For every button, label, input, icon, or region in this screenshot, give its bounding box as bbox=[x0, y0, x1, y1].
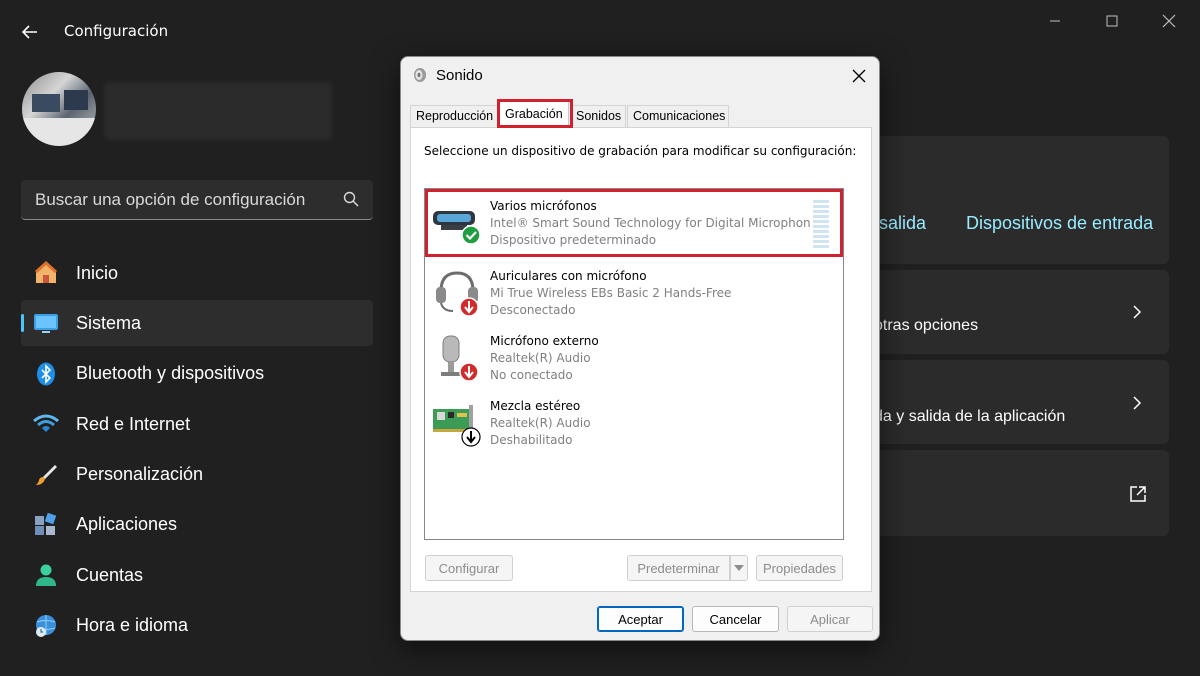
sidebar-item-red[interactable]: Red e Internet bbox=[21, 401, 373, 447]
device-name: Micrófono externo bbox=[490, 334, 599, 348]
brush-icon bbox=[36, 464, 57, 485]
dialog-close-button[interactable] bbox=[849, 66, 869, 86]
level-meter bbox=[812, 199, 830, 249]
apply-button[interactable]: Aplicar bbox=[787, 606, 873, 632]
list-item-varios-microfonos[interactable]: Varios micrófonos Intel® Smart Sound Tec… bbox=[425, 189, 843, 253]
wifi-icon bbox=[33, 414, 59, 433]
sidebar-item-personalizacion[interactable]: Personalización bbox=[21, 452, 373, 498]
recording-tab-panel: Seleccione un dispositivo de grabación p… bbox=[410, 127, 872, 592]
chevron-down-icon bbox=[734, 565, 744, 571]
chevron-right-icon bbox=[1133, 305, 1142, 319]
avatar[interactable] bbox=[22, 72, 96, 146]
device-driver: Mi True Wireless EBs Basic 2 Hands-Free bbox=[490, 286, 732, 300]
device-name: Mezcla estéreo bbox=[490, 399, 581, 413]
search-icon bbox=[343, 191, 359, 207]
cancel-button[interactable]: Cancelar bbox=[692, 606, 779, 632]
profile-info-blurred bbox=[104, 82, 332, 140]
tab-comunicaciones[interactable]: Comunicaciones bbox=[627, 105, 729, 127]
device-name: Auriculares con micrófono bbox=[490, 269, 647, 283]
sidebar-item-label: Bluetooth y dispositivos bbox=[76, 363, 265, 384]
headset-icon bbox=[436, 271, 479, 317]
external-mic-icon bbox=[441, 335, 479, 382]
device-driver: Realtek(R) Audio bbox=[490, 351, 591, 365]
sound-dialog: Sonido Reproducción Grabación Sonidos Co… bbox=[400, 56, 880, 641]
settings-row-2[interactable]: da y salida de la aplicación bbox=[860, 360, 1169, 444]
minimize-icon bbox=[1050, 20, 1060, 22]
io-devices-card: salida Dispositivos de entrada bbox=[860, 136, 1169, 264]
search-placeholder: Buscar una opción de configuración bbox=[35, 189, 306, 209]
sidebar-item-aplicaciones[interactable]: Aplicaciones bbox=[21, 502, 373, 548]
set-default-button[interactable]: Predeterminar bbox=[627, 555, 730, 581]
list-item-auriculares[interactable]: Auriculares con micrófono Mi True Wirele… bbox=[425, 259, 843, 323]
device-driver: Realtek(R) Audio bbox=[490, 416, 591, 430]
set-default-dropdown[interactable] bbox=[730, 555, 748, 581]
title-bar: Configuración bbox=[0, 0, 1200, 60]
bluetooth-icon bbox=[37, 362, 55, 386]
device-status: Deshabilitado bbox=[490, 433, 573, 447]
list-item-mezcla-estereo[interactable]: Mezcla estéreo Realtek(R) Audio Deshabil… bbox=[425, 389, 843, 453]
tab-highlight-box bbox=[497, 99, 573, 128]
device-status: No conectado bbox=[490, 368, 573, 382]
tab-reproduccion[interactable]: Reproducción bbox=[410, 105, 498, 127]
settings-row-2-text: da y salida de la aplicación bbox=[874, 408, 1066, 425]
back-arrow-icon bbox=[21, 25, 37, 39]
sidebar-item-hora[interactable]: Hora e idioma bbox=[21, 603, 373, 649]
device-driver: Intel® Smart Sound Technology for Digita… bbox=[490, 216, 820, 230]
sidebar-item-label: Hora e idioma bbox=[76, 615, 189, 636]
device-list[interactable]: Varios micrófonos Intel® Smart Sound Tec… bbox=[424, 188, 844, 540]
back-button[interactable] bbox=[14, 18, 46, 46]
sidebar-item-cuentas[interactable]: Cuentas bbox=[21, 552, 373, 598]
tab-sonidos[interactable]: Sonidos bbox=[570, 105, 626, 127]
sidebar-item-label: Sistema bbox=[76, 312, 142, 333]
list-item-microfono-externo[interactable]: Micrófono externo Realtek(R) Audio No co… bbox=[425, 324, 843, 388]
properties-button[interactable]: Propiedades bbox=[756, 555, 843, 581]
instruction-text: Seleccione un dispositivo de grabación p… bbox=[424, 144, 857, 158]
search-input[interactable]: Buscar una opción de configuración bbox=[21, 180, 373, 220]
sidebar-item-label: Inicio bbox=[76, 262, 119, 283]
system-icon bbox=[34, 314, 58, 334]
maximize-button[interactable] bbox=[1097, 10, 1127, 32]
device-name: Varios micrófonos bbox=[490, 199, 597, 213]
external-link-icon bbox=[1130, 486, 1146, 502]
sidebar-nav: Inicio Sistema Bluetooth y dispositivos … bbox=[21, 250, 373, 653]
sidebar-item-sistema[interactable]: Sistema bbox=[21, 300, 373, 347]
sidebar-item-bluetooth[interactable]: Bluetooth y dispositivos bbox=[21, 351, 373, 397]
ok-button[interactable]: Aceptar bbox=[597, 606, 684, 632]
mic-array-icon bbox=[433, 211, 481, 245]
sidebar-item-label: Red e Internet bbox=[76, 413, 191, 434]
home-icon bbox=[34, 261, 58, 283]
settings-row-1-text: otras opciones bbox=[874, 317, 979, 334]
configure-button[interactable]: Configurar bbox=[425, 555, 513, 581]
dialog-title-bar[interactable]: Sonido bbox=[401, 57, 879, 95]
settings-row-3[interactable] bbox=[860, 450, 1169, 536]
speaker-icon bbox=[414, 68, 426, 82]
sidebar-item-label: Personalización bbox=[76, 464, 204, 485]
sidebar-item-label: Cuentas bbox=[76, 564, 144, 585]
account-icon bbox=[36, 564, 56, 587]
output-devices-link[interactable]: salida bbox=[879, 213, 926, 234]
dialog-title: Sonido bbox=[436, 67, 483, 84]
settings-row-1[interactable]: otras opciones bbox=[860, 270, 1169, 354]
input-devices-link[interactable]: Dispositivos de entrada bbox=[966, 213, 1153, 234]
maximize-icon bbox=[1106, 15, 1118, 27]
device-status: Desconectado bbox=[490, 303, 576, 317]
minimize-button[interactable] bbox=[1040, 10, 1070, 32]
chevron-right-icon bbox=[1133, 396, 1142, 410]
apps-icon bbox=[35, 512, 57, 535]
close-icon bbox=[852, 69, 866, 83]
time-language-icon bbox=[36, 614, 56, 637]
close-icon bbox=[1162, 14, 1176, 28]
sidebar-item-inicio[interactable]: Inicio bbox=[21, 250, 373, 296]
close-window-button[interactable] bbox=[1154, 10, 1184, 32]
sound-card-icon bbox=[433, 405, 481, 447]
device-status: Dispositivo predeterminado bbox=[490, 233, 657, 247]
sidebar-item-label: Aplicaciones bbox=[76, 514, 178, 535]
app-title: Configuración bbox=[64, 22, 169, 40]
